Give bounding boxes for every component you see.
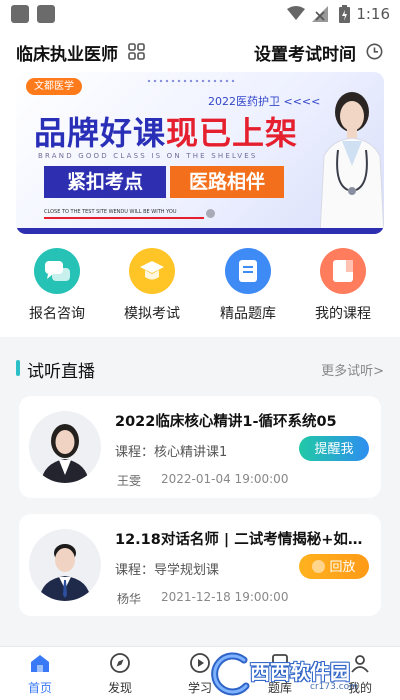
banner-divider [44, 217, 204, 219]
banner-area: 文都医学 2022医药护卫 <<<< 品牌好课现已上架 BRAND GOOD C… [0, 70, 400, 242]
graduation-cap-icon [129, 248, 175, 294]
doctor-illustration [319, 92, 384, 234]
banner-title-part1: 品牌好课 [34, 114, 167, 152]
banner-title-part2: 现已上架 [166, 114, 299, 152]
notification-icon [11, 5, 29, 23]
teacher-name: 王雯 [117, 474, 142, 488]
clock: 1:16 [356, 5, 390, 23]
banner-tag: 紧扣考点 [44, 166, 166, 198]
course-time: 2021-12-18 19:00:00 [161, 590, 289, 604]
remind-me-button[interactable]: 提醒我 [299, 436, 369, 461]
battery-icon [339, 5, 350, 23]
site-watermark: 西西软件园 cr173.com [206, 650, 392, 698]
watermark-url: cr173.com [310, 682, 358, 692]
chat-bubbles-icon [34, 248, 80, 294]
home-icon [0, 651, 80, 675]
replay-button[interactable]: 回放 [299, 554, 369, 579]
nav-home[interactable]: 首页 [0, 651, 80, 696]
banner-tag: 医路相伴 [170, 166, 284, 198]
clock-icon[interactable] [366, 43, 383, 60]
course-title: 2022临床核心精讲1-循环系统05 [115, 414, 337, 430]
course-name: 课程：核心精讲课1 [115, 445, 228, 460]
carousel-indicator[interactable] [206, 209, 215, 218]
banner-english: BRAND GOOD CLASS IS ON THE SHELVES [38, 152, 258, 160]
section-accent-bar [16, 360, 20, 376]
live-course-card[interactable]: 2022临床核心精讲1-循环系统05 课程：核心精讲课1 王雯 2022-01-… [19, 396, 381, 498]
wifi-icon [287, 6, 305, 20]
menu-label: 模拟考试 [124, 306, 180, 322]
signal-icon [312, 6, 328, 22]
section-title: 试听直播 [27, 362, 95, 382]
compass-icon [80, 651, 160, 675]
teacher-name: 杨华 [117, 592, 142, 606]
watermark-text: 西西软件园 [250, 660, 350, 684]
banner-footnote: CLOSE TO THE TEST SITE WENDU WILL BE WIT… [44, 209, 177, 215]
exam-type-selector[interactable]: 临床执业医师 [16, 40, 118, 65]
question-bank-icon [225, 248, 271, 294]
course-title: 12.18对话名师 | 二试考情揭秘+如何备考 [115, 532, 371, 548]
quick-menu: 报名咨询 模拟考试 精品题库 我的课程 [0, 242, 400, 337]
grid-switch-icon[interactable] [128, 43, 145, 60]
top-header: 临床执业医师 设置考试时间 [0, 28, 400, 70]
status-bar: 1:16 [0, 0, 400, 28]
banner-subtitle: 2022医药护卫 <<<< [208, 95, 321, 108]
menu-label: 精品题库 [220, 306, 276, 322]
menu-label: 报名咨询 [29, 306, 85, 322]
course-time: 2022-01-04 19:00:00 [161, 472, 289, 486]
more-trials-link[interactable]: 更多试听> [321, 360, 384, 379]
teacher-avatar [29, 411, 101, 483]
decorative-dots [146, 78, 236, 86]
brand-logo: 文都医学 [26, 78, 82, 95]
live-course-card[interactable]: 12.18对话名师 | 二试考情揭秘+如何备考 课程：导学规划课 杨华 2021… [19, 514, 381, 616]
course-name: 课程：导学规划课 [115, 563, 220, 578]
menu-item-my-courses[interactable]: 我的课程 [303, 248, 383, 323]
menu-label: 我的课程 [315, 306, 371, 322]
nav-label: 发现 [107, 681, 132, 695]
my-course-icon [320, 248, 366, 294]
nav-label: 首页 [27, 681, 52, 695]
banner-stripe [16, 228, 384, 234]
promo-banner[interactable]: 文都医学 2022医药护卫 <<<< 品牌好课现已上架 BRAND GOOD C… [16, 72, 384, 234]
watermark-logo-icon [211, 652, 250, 696]
notification-icon [37, 5, 55, 23]
menu-item-mock-exam[interactable]: 模拟考试 [112, 248, 192, 323]
menu-item-enroll-consult[interactable]: 报名咨询 [17, 248, 97, 323]
teacher-avatar [29, 529, 101, 601]
banner-title: 品牌好课现已上架 [34, 108, 298, 154]
nav-discover[interactable]: 发现 [80, 651, 160, 696]
set-exam-time-button[interactable]: 设置考试时间 [254, 40, 356, 65]
menu-item-question-bank[interactable]: 精品题库 [208, 248, 288, 323]
replay-icon [312, 560, 326, 573]
replay-label: 回放 [329, 559, 356, 574]
